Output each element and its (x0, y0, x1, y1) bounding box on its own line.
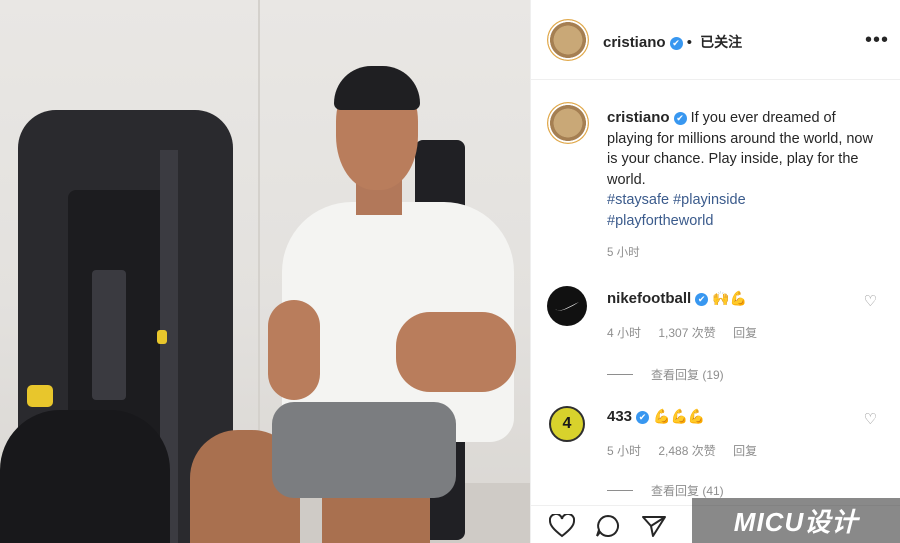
reply-button[interactable]: 回复 (733, 444, 757, 458)
433-logo-icon[interactable]: 4 (549, 406, 585, 442)
comment-likes[interactable]: 2,488 次赞 (658, 444, 715, 458)
comment-like-heart-icon[interactable]: ♡ (864, 410, 877, 428)
header-line: cristiano ✔ • 已关注 (603, 32, 742, 52)
caption-timestamp[interactable]: 5 小时 (607, 243, 883, 264)
gym-machine-weight-plate (92, 270, 126, 400)
verified-badge-icon: ✔ (636, 411, 650, 424)
more-options-icon[interactable]: ••• (865, 30, 889, 50)
hashtag-link[interactable]: #playinside (673, 192, 746, 208)
caption-text: cristiano ✔ If you ever dreamed of playin… (607, 108, 883, 264)
comment-text: 💪💪💪 (653, 408, 706, 424)
follow-status-button[interactable]: 已关注 (700, 34, 742, 50)
verified-badge-icon: ✔ (669, 37, 683, 50)
comment-likes[interactable]: 1,307 次赞 (658, 326, 715, 340)
post-photo[interactable] (0, 0, 530, 543)
comment-username[interactable]: 433 (607, 408, 632, 425)
yellow-knob-small (157, 330, 167, 344)
yellow-knob (27, 385, 53, 407)
header-separator: • (686, 34, 692, 51)
comment-timestamp[interactable]: 4 小时 (607, 326, 641, 340)
person-right-arm-thumbs-up (396, 312, 516, 392)
comment-body: 433 ✔ 💪💪💪 (607, 408, 857, 425)
author-username[interactable]: cristiano (603, 34, 666, 51)
view-replies-button[interactable]: 查看回复 (19) (607, 366, 724, 383)
view-replies-label: 查看回复 (41) (651, 484, 724, 498)
swoosh-icon (555, 302, 579, 311)
comment-text: 🙌💪 (712, 290, 748, 306)
verified-badge-icon: ✔ (673, 112, 687, 125)
comment-body: nikefootball ✔ 🙌💪 (607, 290, 857, 307)
person-cap (334, 66, 420, 110)
comment-item: 4 433 ✔ 💪💪💪 5 小时 2,488 次赞 回复 ♡ 查看回复 (41) (547, 404, 887, 500)
replies-dash (607, 490, 633, 491)
caption-author-avatar[interactable] (547, 102, 589, 144)
heart-outline-icon[interactable] (548, 512, 576, 542)
comment-meta: 4 小时 1,307 次赞 回复 (607, 324, 771, 341)
comment-like-heart-icon[interactable]: ♡ (864, 292, 877, 310)
comment-meta: 5 小时 2,488 次赞 回复 (607, 442, 771, 459)
verified-badge-icon: ✔ (695, 293, 709, 306)
hashtag-link[interactable]: #staysafe (607, 192, 669, 208)
comment-timestamp[interactable]: 5 小时 (607, 444, 641, 458)
gym-machine-seat (0, 410, 170, 543)
nike-swoosh-icon[interactable] (547, 286, 587, 326)
author-avatar[interactable] (547, 19, 589, 61)
comment-username[interactable]: nikefootball (607, 290, 691, 307)
comment-item: nikefootball ✔ 🙌💪 4 小时 1,307 次赞 回复 ♡ 查看回复… (547, 286, 887, 386)
watermark-logo: MICU设计 (692, 498, 900, 543)
person-shorts (272, 402, 456, 498)
view-replies-label: 查看回复 (19) (651, 368, 724, 382)
person-left-arm-thumbs-up (268, 300, 320, 400)
paper-plane-icon[interactable] (641, 514, 667, 542)
433-logo-digit: 4 (562, 415, 572, 433)
caption-username[interactable]: cristiano (607, 109, 670, 126)
post-side-panel: cristiano ✔ • 已关注 ••• cristiano ✔ If you e… (530, 0, 900, 543)
comment-bubble-icon[interactable] (595, 514, 621, 542)
view-replies-button[interactable]: 查看回复 (41) (607, 482, 724, 499)
post-header: cristiano ✔ • 已关注 ••• (531, 0, 900, 80)
caption-block: cristiano ✔ If you ever dreamed of playin… (547, 98, 887, 268)
reply-button[interactable]: 回复 (733, 326, 757, 340)
hashtag-link[interactable]: #playfortheworld (607, 213, 713, 229)
replies-dash (607, 374, 633, 375)
